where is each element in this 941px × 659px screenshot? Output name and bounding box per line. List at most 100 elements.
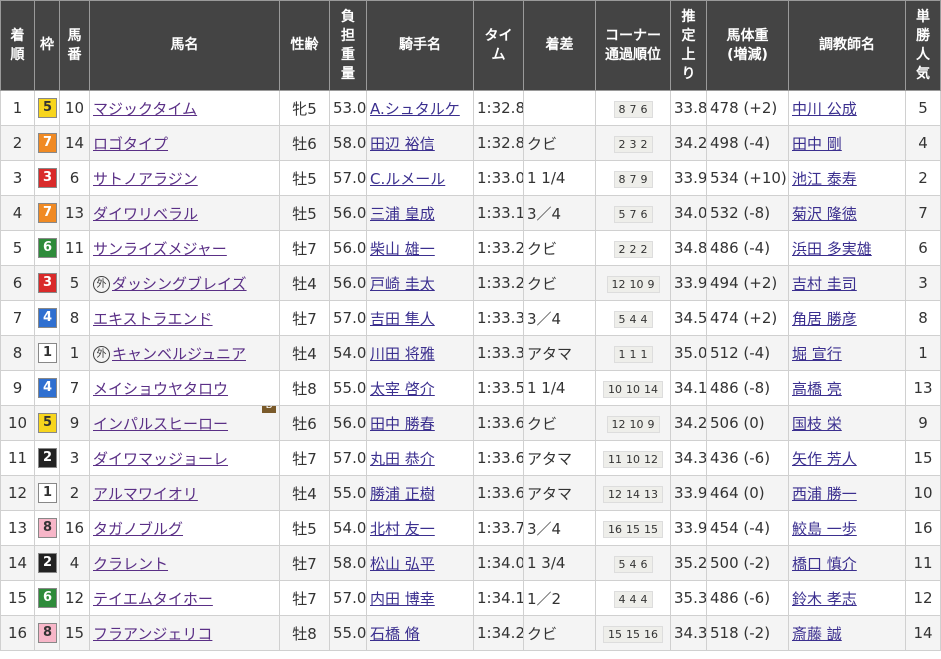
header-corner[interactable]: コーナー 通過順位	[595, 0, 671, 91]
header-popularity[interactable]: 単 勝 人 気	[905, 0, 941, 91]
trainer-cell: 国枝 栄	[788, 405, 906, 441]
jockey-link[interactable]: 松山 弘平	[370, 555, 435, 573]
jockey-link[interactable]: 北村 友一	[370, 520, 435, 538]
jockey-link[interactable]: 太宰 啓介	[370, 380, 435, 398]
trainer-link[interactable]: 鈴木 孝志	[792, 590, 857, 608]
jockey-link[interactable]: 戸崎 圭太	[370, 275, 435, 293]
corner-positions: 111	[613, 345, 653, 363]
time-cell: 1:34.2	[473, 615, 524, 651]
last3f-cell: 34.5	[670, 300, 707, 336]
trainer-link[interactable]: 矢作 芳人	[792, 450, 857, 468]
trainer-link[interactable]: 吉村 圭司	[792, 275, 857, 293]
horse-name-link[interactable]: ダイワマッジョーレ	[93, 450, 228, 468]
header-weight[interactable]: 負 担 重 量	[329, 0, 367, 91]
sexage-cell: 牡7	[279, 580, 330, 616]
header-bodyweight[interactable]: 馬体重 (増減)	[706, 0, 789, 91]
jockey-link[interactable]: C.ルメール	[370, 170, 445, 188]
horse-name-link[interactable]: キャンベルジュニア	[112, 345, 246, 363]
horse-name-link[interactable]: サンライズメジャー	[93, 240, 227, 258]
jockey-link[interactable]: 田辺 裕信	[370, 135, 435, 153]
umaban-cell: 12	[59, 580, 90, 616]
horse-name-link[interactable]: クラレント	[93, 555, 168, 573]
header-sexage[interactable]: 性齢	[279, 0, 330, 91]
corner-position: 10	[608, 382, 622, 396]
trainer-link[interactable]: 国枝 栄	[792, 415, 842, 433]
trainer-link[interactable]: 中川 公成	[792, 100, 857, 118]
weight-cell: 54.0	[329, 335, 367, 371]
trainer-link[interactable]: 田中 剛	[792, 135, 842, 153]
header-rank[interactable]: 着 順	[0, 0, 35, 91]
rank-cell: 14	[0, 545, 35, 581]
weight-cell: 57.0	[329, 160, 367, 196]
trainer-link[interactable]: 高橋 亮	[792, 380, 842, 398]
trainer-cell: 堀 宣行	[788, 335, 906, 371]
waku-badge: 1	[38, 483, 57, 503]
horse-name-link[interactable]: ダイワリベラル	[93, 205, 198, 223]
trainer-link[interactable]: 西浦 勝一	[792, 485, 857, 503]
jockey-cell: 北村 友一	[366, 510, 474, 546]
header-umaban[interactable]: 馬 番	[59, 0, 90, 91]
rank-cell: 12	[0, 475, 35, 511]
horse-name-link[interactable]: メイショウヤタロウ	[93, 380, 228, 398]
corner-cell: 576	[595, 195, 671, 231]
waku-badge: 3	[38, 273, 57, 293]
jockey-link[interactable]: 丸田 恭介	[370, 450, 435, 468]
trainer-link[interactable]: 斎藤 誠	[792, 625, 842, 643]
horse-name-link[interactable]: エキストラエンド	[93, 310, 213, 328]
corner-position: 12	[611, 417, 626, 431]
sexage-cell: 牡7	[279, 440, 330, 476]
horse-name-link[interactable]: ロゴタイプ	[93, 135, 168, 153]
header-horse[interactable]: 馬名	[89, 0, 280, 91]
horse-name-link[interactable]: フラアンジェリコ	[93, 625, 212, 643]
trainer-link[interactable]: 角居 勝彦	[792, 310, 857, 328]
trainer-cell: 鮫島 一歩	[788, 510, 906, 546]
waku-cell: 2	[34, 545, 60, 581]
margin-cell	[523, 90, 596, 126]
umaban-cell: 7	[59, 370, 90, 406]
horse-name-cell: クラレント	[89, 545, 280, 581]
weight-cell: 57.0	[329, 580, 367, 616]
header-margin[interactable]: 着差	[523, 0, 596, 91]
horse-name-link[interactable]: テイエムタイホー	[93, 590, 213, 608]
jockey-link[interactable]: A.シュタルケ	[370, 100, 460, 118]
header-last3f[interactable]: 推 定 上 り	[670, 0, 707, 91]
trainer-cell: 鈴木 孝志	[788, 580, 906, 616]
trainer-link[interactable]: 鮫島 一歩	[792, 520, 857, 538]
trainer-link[interactable]: 菊沢 隆徳	[792, 205, 857, 223]
jockey-link[interactable]: 柴山 雄一	[370, 240, 435, 258]
horse-name-link[interactable]: タガノブルグ	[93, 520, 183, 538]
horse-name-link[interactable]: マジックタイム	[93, 100, 197, 118]
header-jockey[interactable]: 騎手名	[366, 0, 474, 91]
waku-badge: 2	[38, 448, 57, 468]
horse-name-link[interactable]: ダッシングブレイズ	[112, 275, 247, 293]
jockey-link[interactable]: 石橋 脩	[370, 625, 420, 643]
corner-positions: 12 10 9	[606, 415, 660, 433]
header-waku[interactable]: 枠	[34, 0, 60, 91]
horse-name-link[interactable]: インパルスヒーロー	[93, 415, 228, 433]
trainer-link[interactable]: 浜田 多実雄	[792, 240, 872, 258]
jockey-link[interactable]: 川田 将雅	[370, 345, 435, 363]
umaban-cell: 15	[59, 615, 90, 651]
margin-cell: 3／4	[523, 300, 596, 336]
popularity-cell: 10	[905, 475, 941, 511]
jockey-link[interactable]: 勝浦 正樹	[370, 485, 435, 503]
trainer-link[interactable]: 橋口 慎介	[792, 555, 857, 573]
corner-position: 14	[644, 382, 658, 396]
horse-name-link[interactable]: アルマワイオリ	[93, 485, 198, 503]
trainer-link[interactable]: 池江 泰寿	[792, 170, 857, 188]
jockey-link[interactable]: 田中 勝春	[370, 415, 435, 433]
trainer-link[interactable]: 堀 宣行	[792, 345, 842, 363]
jockey-link[interactable]: 内田 博幸	[370, 590, 435, 608]
last3f-cell: 35.0	[670, 335, 707, 371]
corner-cell: 232	[595, 125, 671, 161]
horse-name-link[interactable]: サトノアラジン	[93, 170, 198, 188]
corner-cell: 11 10 12	[595, 440, 671, 476]
header-time[interactable]: タイ ム	[473, 0, 524, 91]
header-trainer[interactable]: 調教師名	[788, 0, 906, 91]
corner-positions: 546	[613, 555, 653, 573]
corner-position: 10	[626, 382, 640, 396]
margin-cell: アタマ	[523, 475, 596, 511]
corner-cell: 12 10 9	[595, 265, 671, 301]
jockey-link[interactable]: 吉田 隼人	[370, 310, 435, 328]
jockey-link[interactable]: 三浦 皇成	[370, 205, 435, 223]
